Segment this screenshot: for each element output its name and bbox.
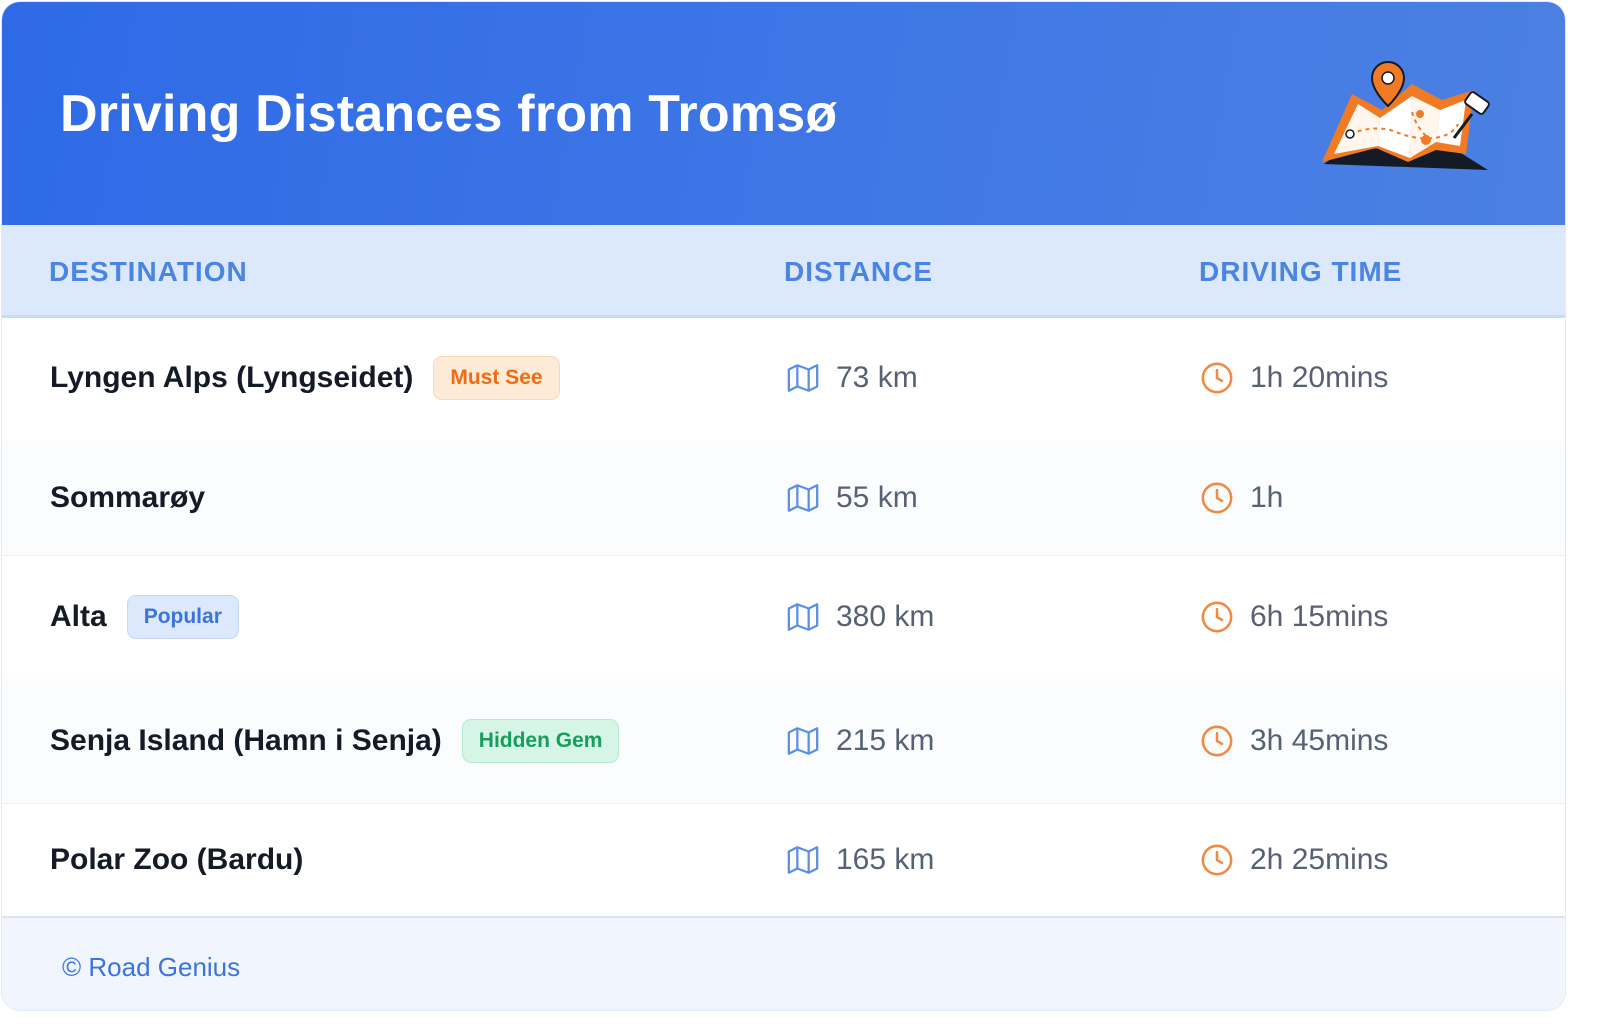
status-badge: Hidden Gem [461,719,620,763]
page-title: Driving Distances from Tromsø [60,85,838,143]
destination-cell: Alta Popular [50,594,239,640]
driving-time-value: 6h 15mins [1250,600,1389,633]
header-banner: Driving Distances from Tromsø [2,2,1565,225]
driving-time-cell: 2h 25mins [1200,837,1388,883]
column-header-destination[interactable]: DESTINATION [49,256,248,288]
distance-cell: 73 km [786,355,918,401]
destination-name: Polar Zoo (Bardu) [50,842,304,876]
clock-icon [1200,724,1234,758]
driving-time-value: 1h 20mins [1250,360,1389,394]
destination-cell: Senja Island (Hamn i Senja) Hidden Gem [50,718,620,764]
distance-value: 73 km [836,360,918,394]
driving-time-cell: 1h [1200,475,1283,521]
driving-time-cell: 1h 20mins [1200,355,1388,401]
destination-cell: Polar Zoo (Bardu) [50,837,303,883]
distance-cell: 380 km [786,594,934,640]
status-badge: Popular [126,595,239,639]
distance-cell: 55 km [786,475,918,521]
distance-value: 165 km [836,842,935,876]
driving-time-cell: 6h 15mins [1200,594,1388,640]
driving-time-cell: 3h 45mins [1200,718,1388,764]
clock-icon [1200,600,1234,634]
destination-name: Sommarøy [50,480,206,514]
table-header: DESTINATION DISTANCE DRIVING TIME [2,225,1565,318]
destination-cell: Sommarøy [50,475,205,521]
distance-cell: 215 km [786,718,934,764]
destination-name: Lyngen Alps (Lyngseidet) [50,360,414,394]
footer: © Road Genius [2,916,1565,1010]
table-row[interactable]: Senja Island (Hamn i Senja) Hidden Gem 215… [2,679,1565,804]
map-icon [786,843,820,877]
clock-icon [1200,481,1234,515]
table-row[interactable]: Alta Popular 380 km 6h 15mins [2,555,1565,680]
distance-value: 380 km [836,600,935,633]
destination-name: Senja Island (Hamn i Senja) [50,724,442,757]
clock-icon [1200,361,1234,395]
table-row[interactable]: Sommarøy 55 km 1h [2,440,1565,556]
driving-time-value: 2h 25mins [1250,842,1389,876]
distance-value: 55 km [836,480,918,514]
map-icon [786,481,820,515]
map-icon [786,724,820,758]
table-row[interactable]: Lyngen Alps (Lyngseidet) Must See 73 km 1h … [2,315,1565,441]
clock-icon [1200,843,1234,877]
driving-time-value: 3h 45mins [1250,724,1389,757]
folded-map-pin-icon [1322,61,1490,170]
distance-cell: 165 km [786,837,934,883]
map-icon [786,361,820,395]
table-row[interactable]: Polar Zoo (Bardu) 165 km 2h 25mins [2,803,1565,917]
distances-card: Driving Distances from Tromsø DESTINATIO… [2,2,1565,1010]
column-header-driving-time[interactable]: DRIVING TIME [1199,256,1402,288]
destination-cell: Lyngen Alps (Lyngseidet) Must See [50,355,560,401]
status-badge: Must See [433,355,560,400]
column-header-distance[interactable]: DISTANCE [784,256,933,288]
driving-time-value: 1h [1250,480,1284,514]
copyright-text: © Road Genius [62,952,241,982]
map-icon [786,600,820,634]
distance-value: 215 km [836,724,935,757]
destination-name: Alta [50,600,107,633]
